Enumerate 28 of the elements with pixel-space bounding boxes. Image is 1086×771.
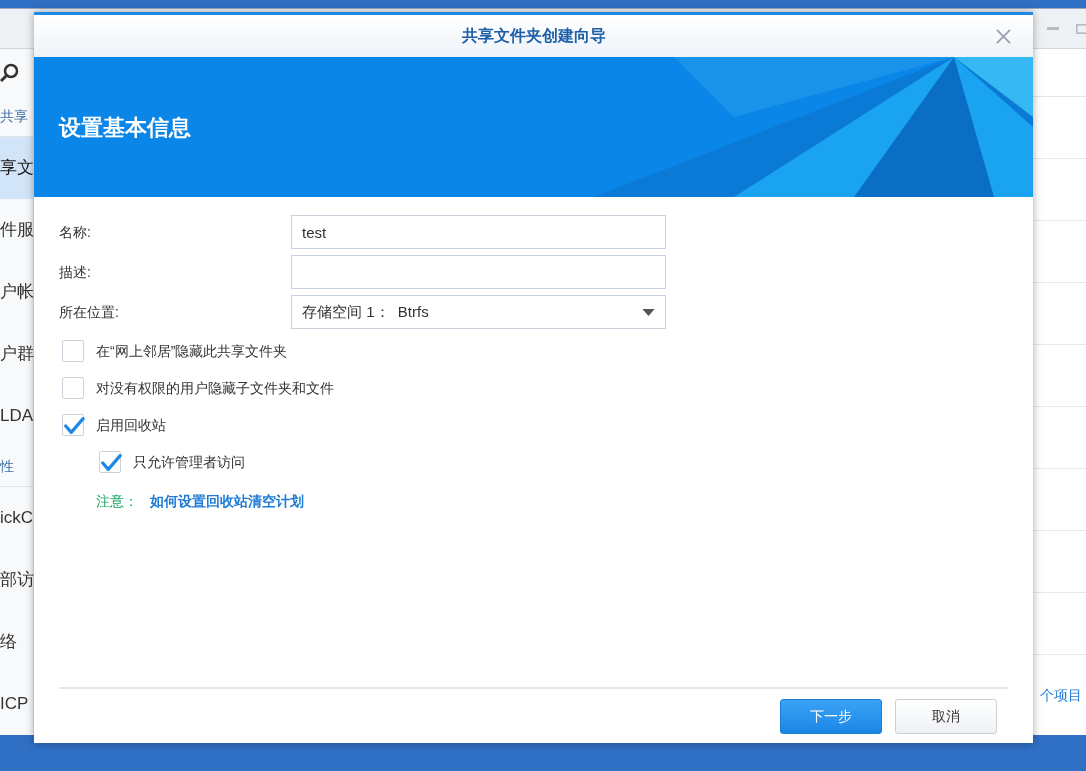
close-icon[interactable] [996,29,1011,44]
checkbox[interactable] [62,414,84,436]
maximize-icon[interactable] [1076,22,1086,35]
text-field[interactable]: test [291,215,666,249]
checkbox-label: 只允许管理者访问 [133,452,245,472]
banner-title: 设置基本信息 [59,113,191,142]
checkbox[interactable] [99,451,121,473]
item-count: 个项目 [1040,685,1082,705]
minimize-icon[interactable] [1046,27,1060,30]
checkbox-label: 对没有权限的用户隐藏子文件夹和文件 [96,378,334,398]
checkbox-label: 在“网上邻居”隐藏此共享文件夹 [96,341,288,361]
field-label: 名称: [59,222,92,242]
help-link[interactable]: 如何设置回收站清空计划 [150,491,304,512]
sidebar-heading: 性 [0,457,14,476]
dialog-title: 共享文件夹创建向导 [461,26,606,46]
field-label: 描述: [59,262,92,282]
text-field[interactable] [291,255,666,289]
sidebar-heading: 共享 [0,107,28,126]
checkbox[interactable] [62,377,84,399]
sidebar-item[interactable]: 享文 [0,137,33,199]
cancel-button[interactable]: 取消 [895,698,997,734]
checkbox[interactable] [62,340,84,362]
search-icon[interactable] [0,63,20,83]
note-label: 注意： [96,492,138,511]
checkbox-label: 启用回收站 [96,415,166,435]
caret-icon [642,308,655,316]
location-dropdown[interactable]: 存储空间 1： Btrfs [291,295,666,329]
field-label: 所在位置: [59,302,120,322]
